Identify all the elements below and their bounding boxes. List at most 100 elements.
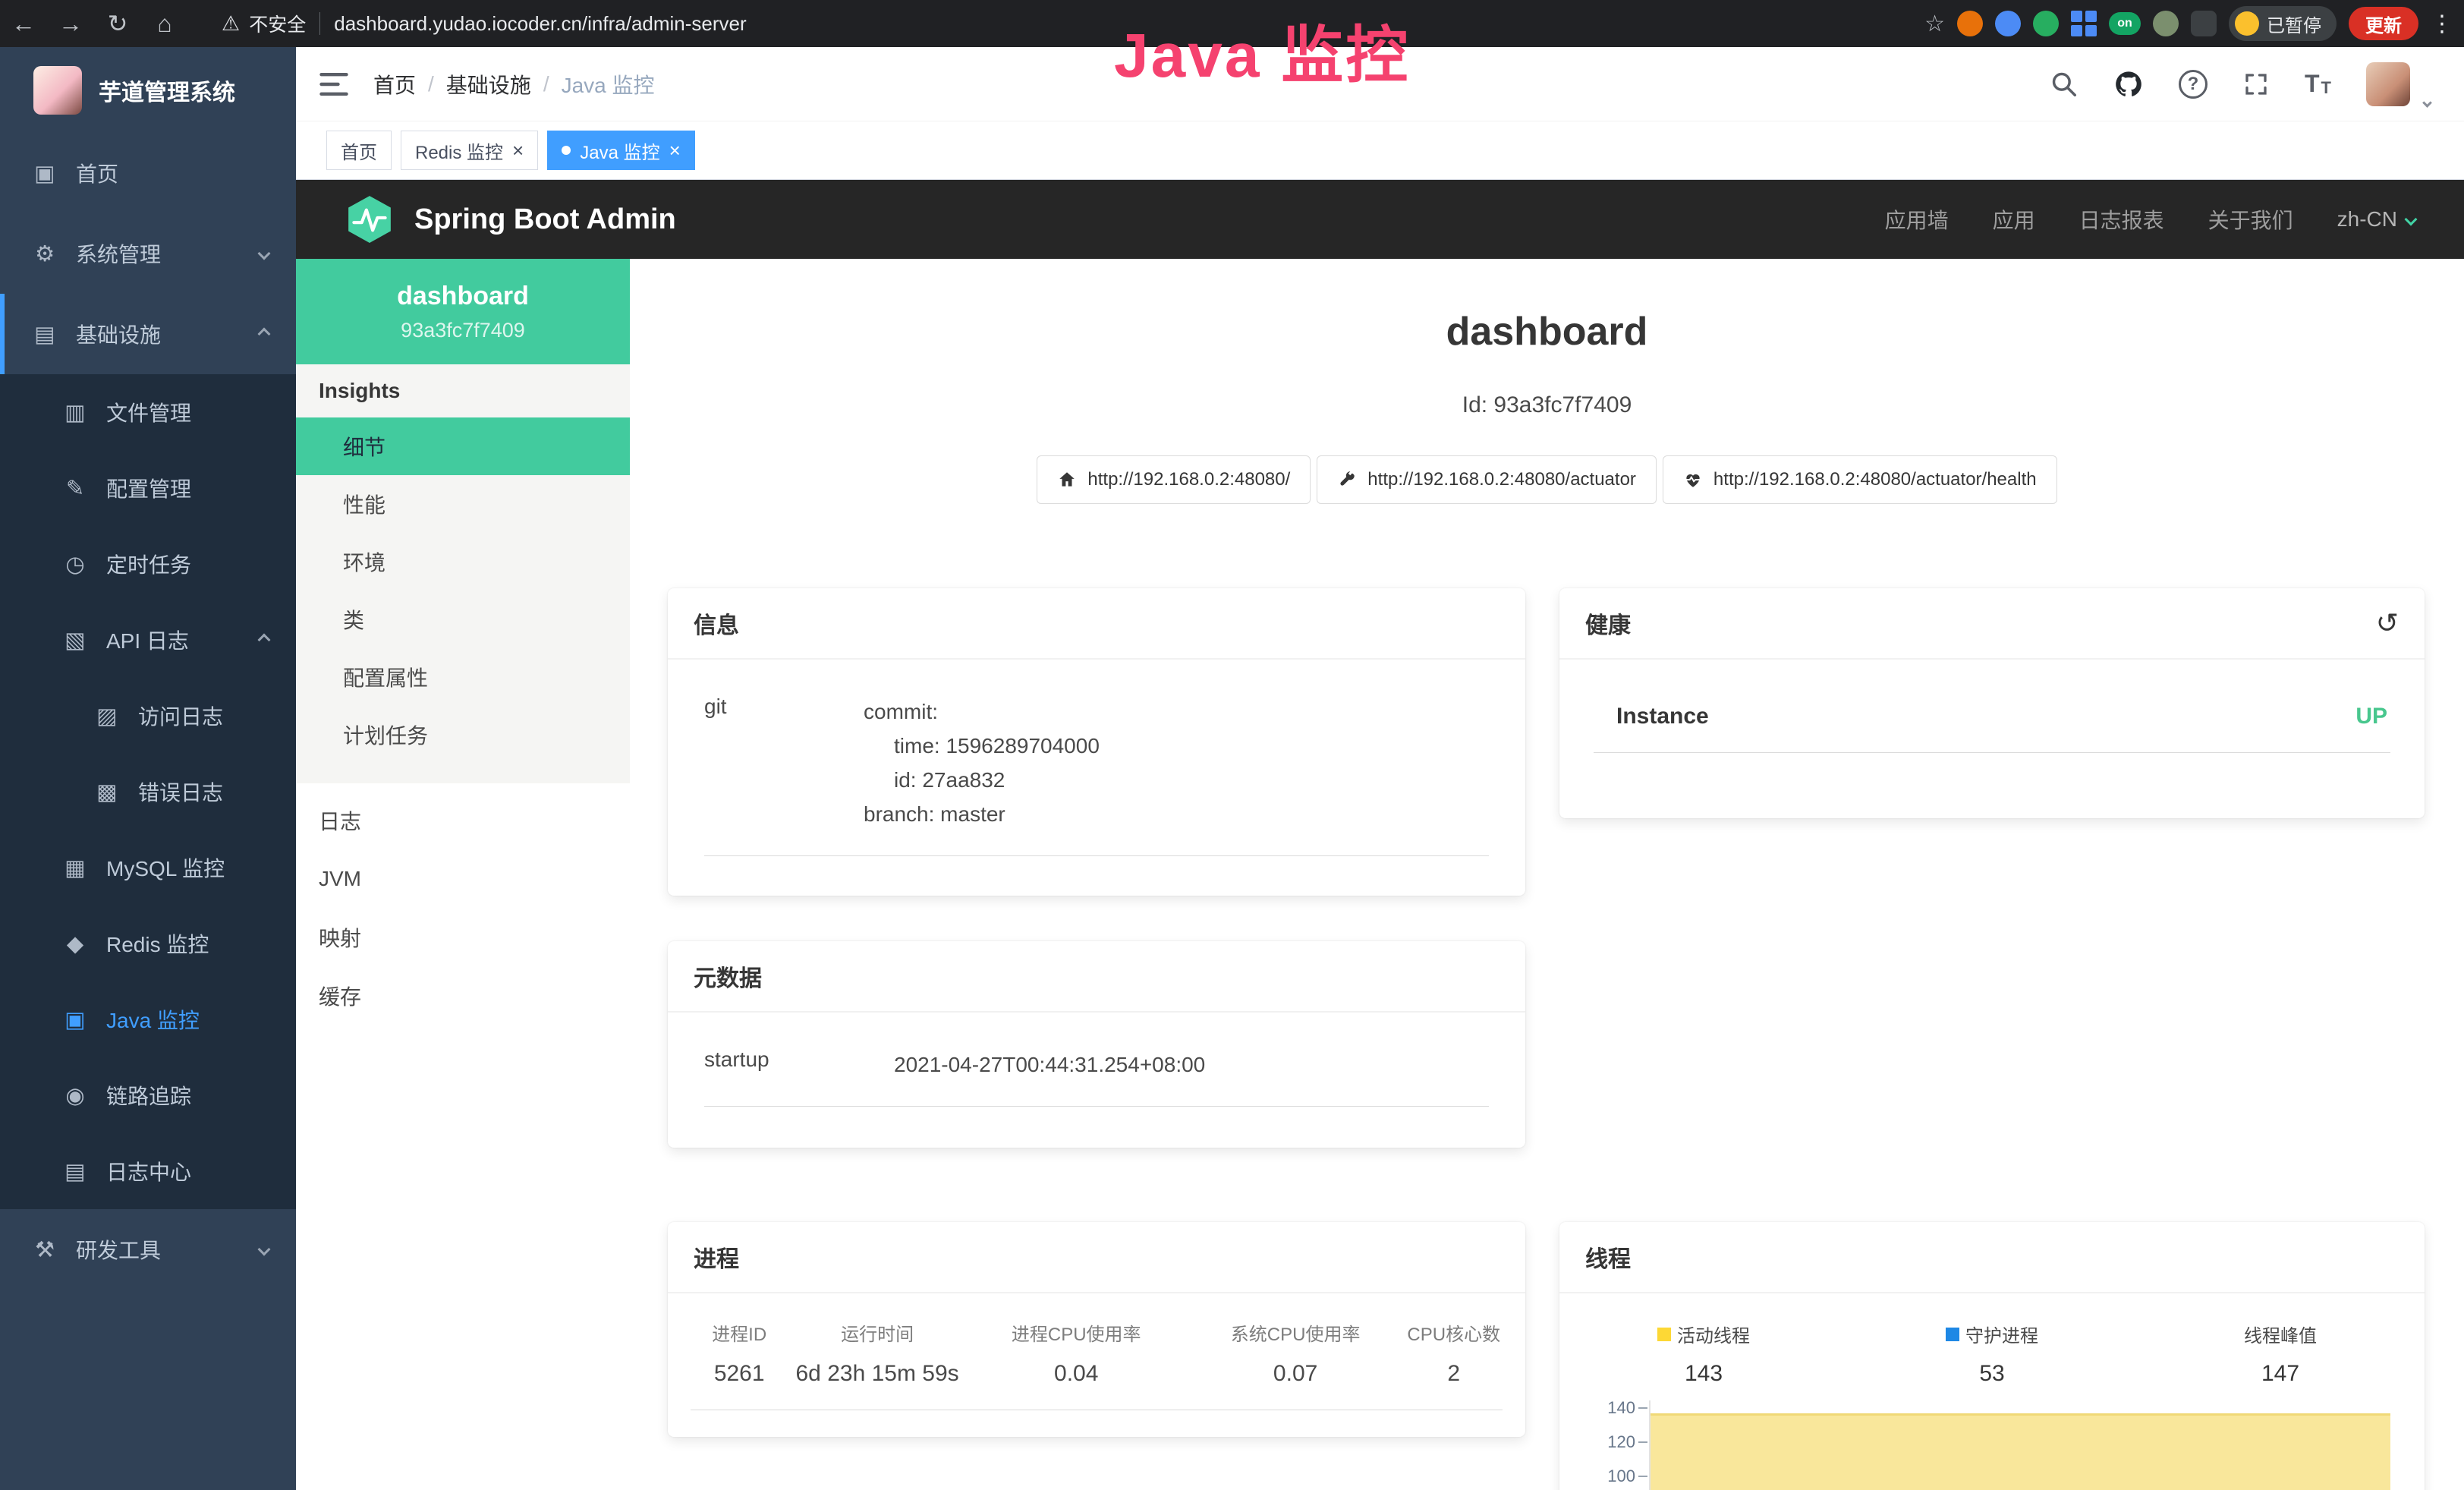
sba-nav-journal[interactable]: 日志报表 — [2079, 204, 2164, 235]
sidebar-item-infrastructure[interactable]: ▤ 基础设施 — [0, 294, 296, 374]
history-icon[interactable]: ↺ — [2376, 607, 2399, 639]
search-icon[interactable] — [2050, 70, 2079, 99]
sba-locale-select[interactable]: zh-CN — [2337, 207, 2415, 232]
sidebar-item-api-logs[interactable]: ▧ API 日志 — [0, 602, 296, 678]
legend-swatch-daemon — [1946, 1328, 1959, 1341]
chevron-down-icon[interactable] — [2422, 98, 2432, 108]
sidebar-item-mysql-monitor[interactable]: ▦ MySQL 监控 — [0, 830, 296, 906]
close-icon[interactable]: × — [669, 140, 681, 160]
sidebar-item-trace[interactable]: ◉ 链路追踪 — [0, 1057, 296, 1133]
sidebar-item-label: Java 监控 — [106, 1004, 200, 1035]
help-icon[interactable]: ? — [2179, 70, 2208, 99]
security-chip[interactable]: ⚠ 不安全 — [222, 10, 306, 37]
tab-redis-monitor[interactable]: Redis 监控 × — [401, 131, 538, 170]
process-card: 进程 进程ID 5261 运行时间 6d 23h 15m 59s 进程CPU使用… — [668, 1222, 1525, 1437]
sidebar-item-log-center[interactable]: ▤ 日志中心 — [0, 1133, 296, 1209]
extension-on-icon[interactable]: on — [2109, 12, 2141, 35]
breadcrumb-separator: / — [428, 72, 434, 96]
sba-sidebar: dashboard 93a3fc7f7409 Insights 细节 性能 环境… — [296, 259, 630, 1490]
sidebar-item-scheduled-tasks[interactable]: ◷ 定时任务 — [0, 526, 296, 602]
sidebar-item-config-mgmt[interactable]: ✎ 配置管理 — [0, 450, 296, 526]
breadcrumb-section[interactable]: 基础设施 — [446, 69, 531, 99]
sidebar-item-label: MySQL 监控 — [106, 852, 225, 883]
close-icon[interactable]: × — [512, 140, 524, 160]
sba-item-classes[interactable]: 类 — [296, 591, 630, 648]
info-card: 信息 git commit: time: 1596289704000 id: 2… — [668, 588, 1525, 896]
sba-brand[interactable]: Spring Boot Admin — [345, 194, 676, 244]
refresh-icon[interactable]: ↻ — [94, 9, 141, 38]
user-avatar[interactable] — [2366, 62, 2410, 106]
sidebar-item-file-mgmt[interactable]: ▥ 文件管理 — [0, 374, 296, 450]
browser-home-icon[interactable]: ⌂ — [141, 10, 188, 38]
sba-item-jvm[interactable]: JVM — [296, 849, 630, 908]
health-url-button[interactable]: http://192.168.0.2:48080/actuator/health — [1663, 455, 2057, 504]
sidebar-item-label: 首页 — [76, 158, 118, 188]
metadata-row: startup 2021-04-27T00:44:31.254+08:00 — [704, 1013, 1489, 1107]
extensions-puzzle-icon[interactable] — [2191, 11, 2217, 36]
extension-icon[interactable] — [1957, 11, 1983, 36]
sidebar-item-label: 基础设施 — [76, 319, 161, 349]
bookmark-star-icon[interactable]: ☆ — [1924, 11, 1945, 37]
service-url-button[interactable]: http://192.168.0.2:48080/ — [1037, 455, 1311, 504]
sidebar-submenu: ▥ 文件管理 ✎ 配置管理 ◷ 定时任务 ▧ API 日志 ▨ 访问日志 ▩ 错… — [0, 374, 296, 1209]
legend-value: 143 — [1685, 1361, 1723, 1387]
sidebar-item-error-logs[interactable]: ▩ 错误日志 — [0, 754, 296, 830]
sba-item-caches[interactable]: 缓存 — [296, 966, 630, 1025]
sba-item-metrics[interactable]: 性能 — [296, 475, 630, 533]
wrench-icon — [1337, 470, 1357, 490]
extension-icon[interactable] — [2033, 11, 2059, 36]
insights-label: Insights — [296, 364, 630, 417]
back-icon[interactable]: ← — [0, 10, 47, 38]
sidebar-item-redis-monitor[interactable]: ◆ Redis 监控 — [0, 906, 296, 981]
extension-leaf-icon[interactable] — [2153, 11, 2179, 36]
sidebar-item-java-monitor[interactable]: ▣ Java 监控 — [0, 981, 296, 1057]
cell-value: 2 — [1447, 1361, 1460, 1387]
profile-avatar-emoji — [2235, 11, 2259, 36]
github-icon[interactable] — [2113, 69, 2144, 99]
sidebar-item-access-logs[interactable]: ▨ 访问日志 — [0, 678, 296, 754]
sidebar-item-home[interactable]: ▣ 首页 — [0, 133, 296, 213]
profile-paused-badge[interactable]: 已暂停 — [2229, 6, 2337, 41]
extension-grid-icon[interactable] — [2071, 11, 2097, 36]
sba-item-details[interactable]: 细节 — [296, 417, 630, 475]
tab-java-monitor[interactable]: Java 监控 × — [547, 131, 695, 170]
chrome-update-button[interactable]: 更新 — [2349, 7, 2418, 40]
y-axis-tick: 120 — [1590, 1432, 1635, 1452]
sba-item-scheduled-tasks[interactable]: 计划任务 — [296, 706, 630, 764]
sba-item-logs[interactable]: 日志 — [296, 791, 630, 849]
process-table: 进程ID 5261 运行时间 6d 23h 15m 59s 进程CPU使用率 0… — [691, 1319, 1503, 1410]
app-title: 芋道管理系统 — [99, 74, 235, 107]
address-url[interactable]: dashboard.yudao.iocoder.cn/infra/admin-s… — [334, 12, 746, 36]
sba-nav-about[interactable]: 关于我们 — [2208, 204, 2293, 235]
actuator-url-button[interactable]: http://192.168.0.2:48080/actuator — [1317, 455, 1657, 504]
chevron-down-icon — [258, 247, 271, 260]
sba-item-mappings[interactable]: 映射 — [296, 908, 630, 966]
heartbeat-icon — [1683, 470, 1703, 490]
tab-home[interactable]: 首页 — [326, 131, 392, 170]
legend-label: 线程峰值 — [2244, 1321, 2317, 1347]
sidebar-item-label: 链路追踪 — [106, 1080, 191, 1110]
forward-icon[interactable]: → — [47, 10, 94, 38]
info-git-row: git commit: time: 1596289704000 id: 27aa… — [704, 660, 1489, 856]
column-header: 系统CPU使用率 — [1231, 1319, 1361, 1346]
fullscreen-icon[interactable] — [2242, 71, 2270, 98]
sba-nav-wallboard[interactable]: 应用墙 — [1885, 204, 1949, 235]
breadcrumb-home[interactable]: 首页 — [373, 69, 416, 99]
sba-nav-applications[interactable]: 应用 — [1993, 204, 2035, 235]
extension-icon[interactable] — [1995, 11, 2021, 36]
hamburger-icon[interactable] — [317, 68, 351, 101]
log-center-icon: ▤ — [61, 1158, 90, 1185]
sba-item-config-props[interactable]: 配置属性 — [296, 648, 630, 706]
font-size-icon[interactable]: T T — [2305, 70, 2331, 98]
file-icon: ▥ — [61, 399, 90, 426]
sidebar-item-system-mgmt[interactable]: ⚙ 系统管理 — [0, 213, 296, 294]
info-value: commit: time: 1596289704000 id: 27aa832 … — [864, 695, 1100, 831]
browser-menu-icon[interactable]: ⋮ — [2431, 11, 2453, 37]
metadata-card-title: 元数据 — [668, 941, 1525, 1013]
sidebar-item-label: API 日志 — [106, 625, 189, 655]
sba-item-environment[interactable]: 环境 — [296, 533, 630, 591]
sba-instance-header[interactable]: dashboard 93a3fc7f7409 — [296, 259, 630, 364]
annotation-text: Java 监控 — [1114, 5, 1410, 95]
sidebar-item-dev-tools[interactable]: ⚒ 研发工具 — [0, 1209, 296, 1290]
tab-label: Java 监控 — [580, 137, 659, 164]
